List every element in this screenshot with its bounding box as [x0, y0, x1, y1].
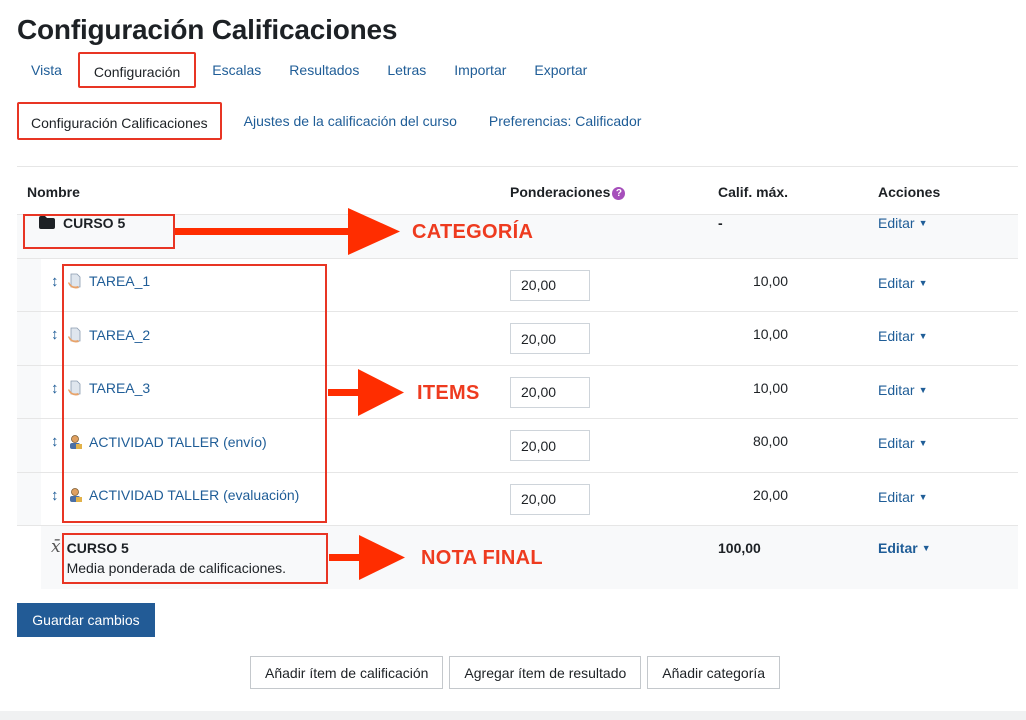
arrow-items-head	[358, 369, 404, 416]
annotation-arrows	[175, 208, 405, 580]
arrow-category-shaft	[175, 228, 353, 235]
annotation-label-items: ITEMS	[417, 382, 480, 404]
arrow-final-head	[359, 535, 405, 580]
annotation-label-category: CATEGORÍA	[412, 221, 534, 243]
arrow-category-head	[348, 208, 400, 255]
annotation-label-final: NOTA FINAL	[421, 547, 543, 569]
